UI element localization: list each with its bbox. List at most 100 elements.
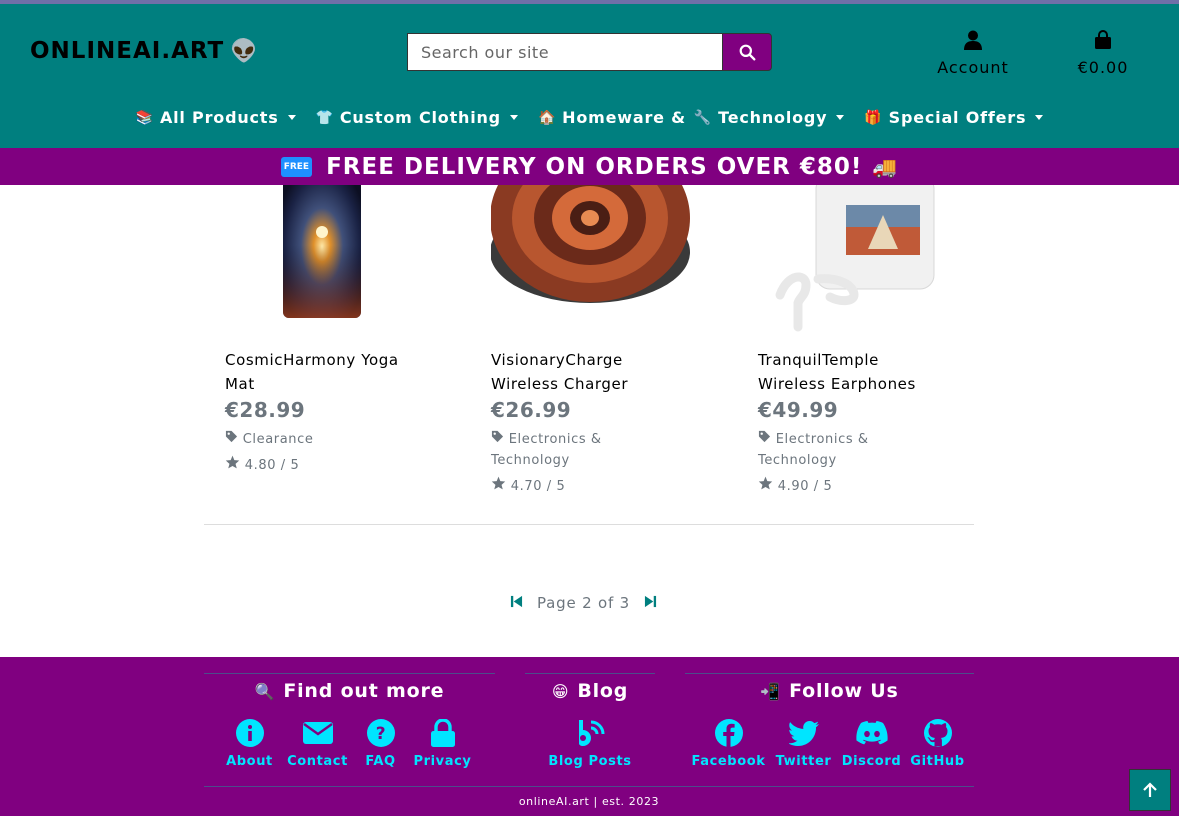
product-category: Electronics & Technology [491, 430, 602, 468]
footer-link-blog-posts[interactable]: Blog Posts [540, 718, 640, 769]
nav-label[interactable]: Special Offers [889, 108, 1027, 127]
logo-text[interactable]: ONLINEAI.ART [30, 38, 224, 64]
skip-back-icon [510, 595, 523, 608]
star-icon [491, 476, 506, 490]
discord-icon [855, 721, 888, 745]
question-circle-icon: ? [366, 719, 395, 747]
product-card: TranquilTemple Wireless Earphones €49.99… [758, 185, 983, 494]
scroll-to-top-button[interactable] [1129, 769, 1171, 811]
first-page-button[interactable] [510, 594, 523, 612]
nav-label[interactable]: All Products [160, 108, 279, 127]
skip-forward-icon [644, 595, 657, 608]
last-page-button[interactable] [644, 594, 657, 612]
footer-link-facebook[interactable]: Facebook [689, 718, 769, 769]
promo-text: FREE DELIVERY ON ORDERS OVER €80! [326, 153, 863, 180]
mobile-phone-emoji-icon: 📲 [760, 682, 782, 701]
user-icon [964, 30, 982, 50]
product-card: VisionaryCharge Wireless Charger €26.99 … [491, 185, 716, 494]
free-badge: FREE [280, 156, 313, 177]
nav-label[interactable]: Custom Clothing [340, 108, 501, 127]
site-header: ONLINEAI.ART👽 Account €0.00 📚 All Produc… [0, 4, 1179, 148]
facebook-icon [714, 719, 743, 747]
product-name[interactable]: VisionaryCharge Wireless Charger [491, 348, 628, 396]
footer-heading: 😁 Blog [551, 680, 629, 702]
product-image-wireless-charger[interactable] [491, 185, 716, 335]
footer-find-out-more: 🔍 Find out more About Contact ? FAQ Priva… [204, 673, 495, 769]
svg-text:?: ? [375, 724, 385, 744]
nav-label-2[interactable]: Technology [718, 108, 827, 127]
tag-icon [225, 430, 238, 443]
account-label[interactable]: Account [930, 58, 1016, 77]
chevron-down-icon[interactable] [509, 115, 518, 120]
grin-emoji-icon: 😁 [551, 682, 570, 701]
footer-follow-us: 📲 Follow Us Facebook Twitter Discord GitH… [685, 673, 974, 769]
search-input[interactable] [407, 33, 723, 71]
tag-icon [491, 430, 504, 443]
magnifier-emoji-icon: 🔍 [254, 682, 276, 701]
wrench-icon: 🔧 [693, 109, 713, 126]
footer-links: Facebook Twitter Discord GitHub [685, 718, 974, 769]
product-card: CosmicHarmony Yoga Mat €28.99 Clearance … [225, 185, 450, 473]
promo-banner: FREE FREE DELIVERY ON ORDERS OVER €80! 🚚 [0, 148, 1179, 185]
nav-special-offers[interactable]: 🎁 Special Offers [854, 108, 1053, 127]
cart-total[interactable]: €0.00 [1066, 58, 1140, 77]
footer-link-twitter[interactable]: Twitter [769, 718, 839, 769]
product-rating: 4.90 / 5 [758, 476, 832, 494]
footer-link-about[interactable]: About [220, 718, 280, 769]
tshirt-icon: 👕 [315, 109, 334, 126]
chevron-down-icon[interactable] [836, 115, 845, 120]
envelope-icon [302, 722, 333, 744]
content-divider [204, 524, 974, 525]
product-category: Electronics & Technology [758, 430, 869, 468]
footer-link-github[interactable]: GitHub [905, 718, 971, 769]
footer-heading: 📲 Follow Us [760, 680, 899, 702]
search-form [407, 33, 772, 71]
shopping-bag-icon [1095, 30, 1111, 49]
footer-link-discord[interactable]: Discord [839, 718, 905, 769]
product-rating: 4.70 / 5 [491, 476, 565, 494]
star-icon [758, 476, 773, 490]
blogger-icon [579, 720, 605, 747]
github-icon [923, 719, 952, 747]
product-image-wireless-earphones[interactable] [758, 185, 983, 335]
nav-all-products[interactable]: 📚 All Products [126, 108, 306, 127]
cart-link[interactable]: €0.00 [1066, 30, 1140, 77]
account-link[interactable]: Account [930, 30, 1016, 77]
product-name[interactable]: CosmicHarmony Yoga Mat [225, 348, 399, 396]
footer-link-contact[interactable]: Contact [280, 718, 356, 769]
footer-link-privacy[interactable]: Privacy [406, 718, 480, 769]
site-logo[interactable]: ONLINEAI.ART 👽 [30, 38, 259, 64]
product-image-yoga-mat[interactable] [225, 185, 450, 335]
footer-blog: 😁 Blog Blog Posts [525, 673, 655, 769]
footer-link-faq[interactable]: ? FAQ [356, 718, 406, 769]
lock-icon [430, 719, 455, 747]
search-icon [739, 44, 755, 60]
copyright: onlineAI.art | est. 2023 [204, 786, 974, 808]
search-button[interactable] [722, 33, 772, 71]
product-price: €49.99 [758, 398, 839, 422]
chevron-down-icon[interactable] [287, 115, 296, 120]
page-indicator: Page 2 of 3 [537, 594, 630, 612]
tag-icon [758, 430, 771, 443]
star-icon [225, 455, 240, 469]
product-rating: 4.80 / 5 [225, 455, 299, 473]
alien-icon: 👽 [230, 39, 259, 64]
product-category: Clearance [225, 429, 313, 450]
pagination: Page 2 of 3 [510, 594, 657, 612]
house-icon: 🏠 [537, 109, 557, 126]
nav-label[interactable]: Homeware & [562, 108, 686, 127]
footer-links: About Contact ? FAQ Privacy [204, 718, 495, 769]
product-name[interactable]: TranquilTemple Wireless Earphones [758, 348, 916, 396]
chevron-down-icon[interactable] [1035, 115, 1044, 120]
main-nav: 📚 All Products 👕 Custom Clothing 🏠 Homew… [0, 108, 1179, 127]
gift-icon: 🎁 [864, 109, 883, 126]
twitter-icon [788, 720, 819, 746]
nav-custom-clothing[interactable]: 👕 Custom Clothing [306, 108, 528, 127]
arrow-up-icon [1143, 782, 1157, 797]
product-price: €26.99 [491, 398, 572, 422]
books-icon: 📚 [135, 109, 154, 126]
footer-links: Blog Posts [525, 718, 655, 769]
footer-heading: 🔍 Find out more [254, 680, 445, 702]
nav-homeware-technology[interactable]: 🏠 Homeware & 🔧 Technology [528, 108, 854, 127]
info-circle-icon [235, 719, 264, 747]
